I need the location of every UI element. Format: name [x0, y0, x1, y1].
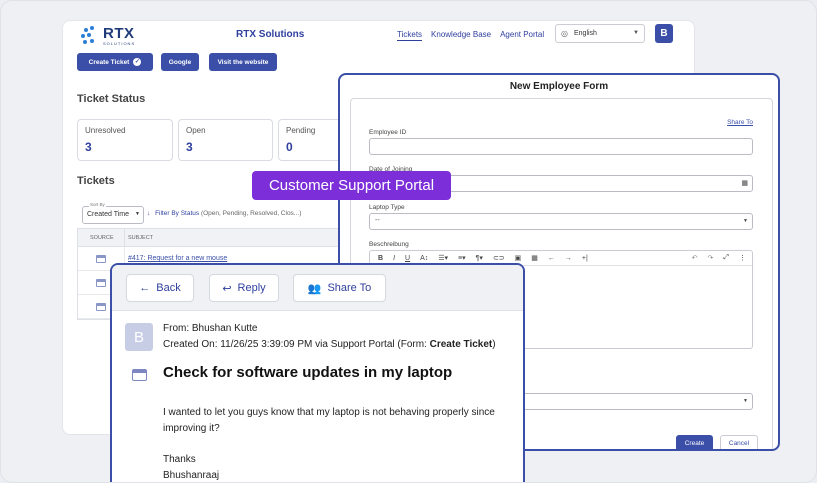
- image-icon[interactable]: ▣: [515, 254, 522, 262]
- sender-avatar: B: [125, 323, 153, 351]
- ticket-source-icon: [96, 302, 106, 311]
- stat-label: Unresolved: [85, 126, 126, 135]
- ticket-subject-link[interactable]: #417: Request for a new mouse: [125, 255, 227, 262]
- reply-button[interactable]: ↩ Reply: [209, 274, 279, 302]
- laptop-type-label: Laptop Type: [369, 204, 405, 211]
- ticket-signature: Bhushanraaj: [163, 470, 220, 481]
- created-on-suffix: ): [492, 339, 496, 350]
- logo-dots-icon: [81, 26, 101, 46]
- stat-unresolved[interactable]: Unresolved 3: [77, 119, 173, 161]
- filter-values: (Open, Pending, Resolved, Clos...): [200, 210, 302, 217]
- ticket-source-icon: [96, 278, 106, 287]
- redo-icon[interactable]: ↷: [708, 254, 714, 262]
- ticket-body-line: improving it?: [163, 423, 220, 434]
- create-ticket-button[interactable]: Create Ticket ✓: [77, 53, 153, 71]
- column-subject: SUBJECT: [128, 234, 154, 241]
- table-icon[interactable]: ▦: [531, 254, 538, 262]
- check-icon: ✓: [133, 58, 142, 66]
- laptop-type-select[interactable]: -- ▼: [369, 213, 753, 230]
- column-source: SOURCE: [78, 229, 125, 246]
- share-to-link[interactable]: Share To: [727, 119, 753, 126]
- more-icon[interactable]: ⋮: [739, 254, 746, 262]
- tickets-title: Tickets: [77, 175, 115, 187]
- chevron-down-icon: ▼: [135, 211, 140, 217]
- insert-line-icon[interactable]: +|: [582, 255, 588, 262]
- table-header: SOURCE SUBJECT: [78, 229, 338, 247]
- share-label: Share To: [327, 282, 372, 294]
- chevron-down-icon: ▼: [743, 218, 748, 224]
- back-button[interactable]: ← Back: [126, 274, 194, 302]
- undo-icon[interactable]: ↶: [692, 254, 698, 262]
- stat-label: Open: [186, 126, 206, 135]
- description-label: Beschreibung: [369, 241, 409, 248]
- font-size-icon[interactable]: A↕: [420, 255, 428, 262]
- customer-support-portal-label: Customer Support Portal: [252, 171, 451, 200]
- bold-icon[interactable]: B: [378, 255, 383, 262]
- app-title: RTX Solutions: [236, 29, 305, 40]
- ticket-status-title: Ticket Status: [77, 93, 146, 105]
- ticket-icon: [132, 369, 147, 381]
- nav-agent-portal[interactable]: Agent Portal: [500, 30, 544, 41]
- ordered-list-icon[interactable]: ☰▾: [438, 254, 448, 262]
- nav-knowledge-base[interactable]: Knowledge Base: [431, 30, 491, 41]
- reply-label: Reply: [237, 282, 266, 294]
- language-value: English: [573, 30, 597, 37]
- arrow-down-icon: ↓: [147, 210, 151, 217]
- italic-icon[interactable]: I: [393, 255, 395, 262]
- filter-label: Filter By Status: [155, 210, 200, 217]
- people-icon: 👥: [307, 282, 322, 295]
- link-icon[interactable]: ⊂⊃: [493, 254, 505, 262]
- ticket-created-on: Created On: 11/26/25 3:39:09 PM via Supp…: [163, 339, 496, 350]
- chevron-down-icon: ▼: [743, 398, 748, 404]
- employee-id-input[interactable]: [369, 138, 753, 155]
- sort-by-legend: Sort By: [89, 202, 106, 207]
- ticket-detail-modal: ← Back ↩ Reply 👥 Share To B From: Bhusha…: [110, 263, 525, 482]
- reply-icon: ↩: [222, 282, 232, 295]
- form-title: New Employee Form: [509, 81, 609, 92]
- top-nav: Tickets Knowledge Base Agent Portal: [397, 30, 544, 41]
- laptop-type-value: --: [375, 217, 380, 224]
- fullscreen-icon[interactable]: ⤢: [723, 254, 729, 262]
- stat-open[interactable]: Open 3: [178, 119, 273, 161]
- logo-subtext: SOLUTIONS: [103, 41, 136, 46]
- ticket-from: From: Bhushan Kutte: [163, 323, 258, 334]
- form-name: Create Ticket: [429, 339, 493, 350]
- nav-tickets[interactable]: Tickets: [397, 30, 423, 41]
- cancel-button[interactable]: Cancel: [720, 435, 758, 449]
- screenshot-frame: RTX SOLUTIONS RTX Solutions Tickets Know…: [0, 0, 817, 483]
- bullet-list-icon[interactable]: ≡▾: [458, 254, 466, 262]
- google-button[interactable]: Google: [161, 53, 199, 71]
- underline-icon[interactable]: U: [405, 255, 410, 262]
- arrow-left-icon[interactable]: ←: [548, 255, 555, 262]
- rtx-logo[interactable]: RTX SOLUTIONS: [81, 26, 135, 46]
- ticket-source-icon: [96, 254, 106, 263]
- create-button[interactable]: Create: [676, 435, 713, 449]
- sort-by-select[interactable]: Sort By Created Time ▼: [82, 202, 144, 224]
- visit-website-button[interactable]: Visit the website: [209, 53, 277, 71]
- ticket-toolbar: ← Back ↩ Reply 👥 Share To: [112, 265, 523, 311]
- created-on-text: Created On: 11/26/25 3:39:09 PM via Supp…: [163, 339, 430, 350]
- sort-by-value: Created Time: [87, 211, 130, 218]
- arrow-right-icon[interactable]: →: [565, 255, 572, 262]
- share-to-button[interactable]: 👥 Share To: [293, 274, 386, 302]
- create-ticket-label: Create Ticket: [88, 58, 130, 66]
- user-avatar-button[interactable]: B: [655, 24, 673, 43]
- language-select[interactable]: ◎ English ▼: [555, 24, 645, 43]
- ticket-body-line: I wanted to let you guys know that my la…: [163, 407, 495, 418]
- calendar-icon[interactable]: ▦: [741, 179, 748, 187]
- filter-by-status[interactable]: ↓ Filter By Status (Open, Pending, Resol…: [147, 210, 301, 217]
- arrow-left-icon: ←: [139, 282, 151, 294]
- stat-value: 0: [286, 140, 293, 154]
- stat-label: Pending: [286, 126, 316, 135]
- ticket-closing: Thanks: [163, 454, 196, 465]
- back-label: Back: [156, 282, 181, 294]
- ticket-subject: Check for software updates in my laptop: [163, 364, 453, 381]
- paragraph-icon[interactable]: ¶▾: [476, 254, 483, 262]
- stat-value: 3: [186, 140, 193, 154]
- globe-icon: ◎: [561, 29, 568, 38]
- logo-text: RTX: [103, 25, 135, 42]
- employee-id-label: Employee ID: [369, 129, 407, 136]
- stat-value: 3: [85, 140, 92, 154]
- chevron-down-icon: ▼: [633, 30, 639, 36]
